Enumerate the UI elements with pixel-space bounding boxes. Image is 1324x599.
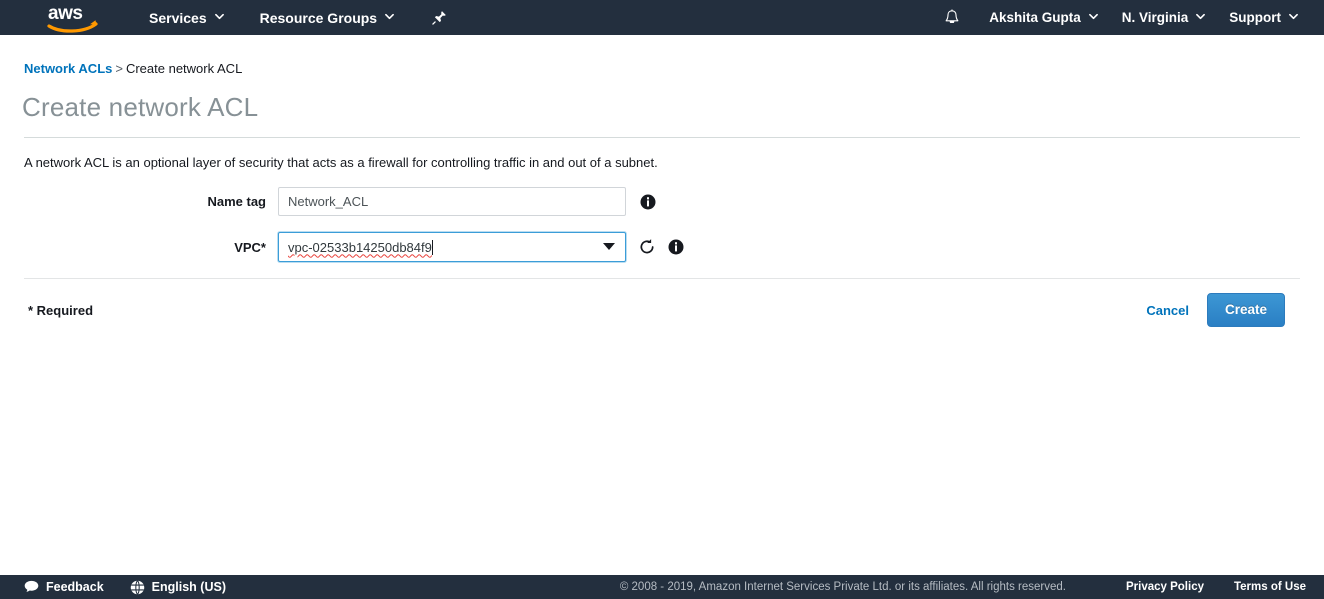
breadcrumb-separator: > (115, 61, 123, 76)
chevron-down-icon (1289, 12, 1298, 21)
form-action-bar: * Required Cancel Create (0, 279, 1324, 327)
language-selector[interactable]: English (US) (130, 579, 226, 595)
create-network-acl-form: Name tag VPC* vpc-02533b14250db84f9 (0, 187, 1324, 262)
privacy-policy-link[interactable]: Privacy Policy (1126, 581, 1204, 593)
title-divider (24, 137, 1300, 138)
breadcrumb: Network ACLs > Create network ACL (0, 35, 1324, 76)
nav-resource-groups-label: Resource Groups (259, 9, 378, 26)
speech-bubble-icon (24, 580, 39, 594)
vpc-label: VPC* (234, 239, 266, 255)
nav-services-label: Services (149, 9, 207, 26)
breadcrumb-current: Create network ACL (125, 61, 243, 76)
info-icon[interactable] (668, 239, 684, 255)
create-button[interactable]: Create (1206, 293, 1285, 327)
feedback-button[interactable]: Feedback (24, 580, 104, 594)
vpc-select-wrapper: vpc-02533b14250db84f9 (278, 232, 626, 262)
aws-logo[interactable]: aws (46, 2, 102, 34)
main-content: Network ACLs > Create network ACL Create n… (0, 35, 1324, 327)
chevron-down-icon (1088, 12, 1098, 21)
globe-icon (130, 579, 145, 595)
nav-support-label: Support (1229, 10, 1281, 25)
copyright-text: © 2008 - 2019, Amazon Internet Services … (619, 581, 1066, 593)
cancel-button[interactable]: Cancel (1146, 303, 1189, 318)
nav-services-menu[interactable]: Services (138, 0, 235, 35)
vpc-select-value: vpc-02533b14250db84f9 (288, 239, 432, 255)
breadcrumb-link-network-acls[interactable]: Network ACLs (24, 61, 112, 76)
page-title: Create network ACL (22, 92, 259, 122)
form-row-name-tag: Name tag (0, 187, 1324, 216)
name-tag-label: Name tag (207, 194, 266, 209)
info-icon[interactable] (640, 194, 656, 210)
text-cursor (431, 239, 433, 255)
nav-support-menu[interactable]: Support (1217, 0, 1310, 35)
feedback-label: Feedback (46, 580, 104, 594)
nav-account-menu[interactable]: Akshita Gupta (977, 0, 1110, 35)
bottom-bar: Feedback English (US) © 2008 - 2019, Ama… (0, 575, 1324, 599)
svg-text:aws: aws (48, 3, 82, 24)
terms-of-use-link[interactable]: Terms of Use (1234, 581, 1306, 593)
top-navigation-right: Akshita Gupta N. Virginia Support (935, 0, 1324, 35)
language-label: English (US) (151, 580, 226, 594)
form-row-vpc: VPC* vpc-02533b14250db84f9 (0, 232, 1324, 262)
pin-icon[interactable] (423, 0, 455, 35)
form-actions: Cancel Create (1146, 293, 1285, 327)
required-note: * Required (28, 302, 94, 318)
refresh-icon[interactable] (638, 238, 656, 256)
vpc-select[interactable]: vpc-02533b14250db84f9 (278, 232, 626, 262)
chevron-down-icon (214, 12, 224, 21)
nav-region-label: N. Virginia (1121, 10, 1189, 25)
name-tag-input[interactable] (278, 187, 626, 216)
chevron-down-icon (1196, 12, 1206, 21)
bottom-bar-right: © 2008 - 2019, Amazon Internet Services … (620, 581, 1324, 593)
nav-resource-groups-menu[interactable]: Resource Groups (249, 0, 405, 35)
bell-icon[interactable] (935, 0, 969, 35)
top-navigation-bar: aws Services Resource Groups Akshita Gup… (0, 0, 1324, 35)
page-description: A network ACL is an optional layer of se… (24, 155, 658, 170)
nav-account-label: Akshita Gupta (989, 10, 1081, 25)
chevron-down-icon (385, 12, 395, 21)
nav-region-menu[interactable]: N. Virginia (1110, 0, 1218, 35)
